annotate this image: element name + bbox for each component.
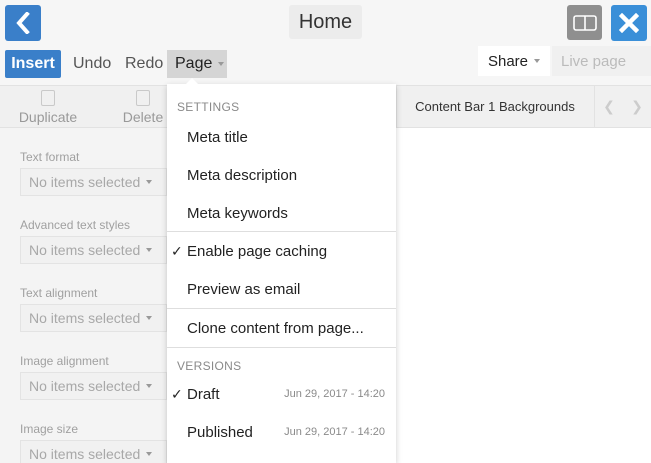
share-button[interactable]: Share xyxy=(478,46,550,76)
content-block-label: Content Bar 1 Backgrounds xyxy=(396,86,593,127)
select-value: No items selected xyxy=(29,242,141,258)
checkmark-icon: ✓ xyxy=(171,385,183,402)
field-label-text-alignment: Text alignment xyxy=(20,286,98,300)
checkmark-icon: ✓ xyxy=(171,242,183,259)
version-date: Jun 29, 2017 - 14:20 xyxy=(284,426,385,438)
text-format-select[interactable]: No items selected xyxy=(20,168,167,196)
close-icon xyxy=(619,13,639,33)
close-button[interactable] xyxy=(611,5,647,41)
menu-item-label: Enable page caching xyxy=(187,242,328,260)
content-nav: ❮ ❯ xyxy=(594,86,651,127)
back-button[interactable] xyxy=(5,5,41,41)
select-value: No items selected xyxy=(29,378,141,394)
undo-button[interactable]: Undo xyxy=(73,50,111,78)
advanced-text-styles-select[interactable]: No items selected xyxy=(20,236,167,264)
image-alignment-select[interactable]: No items selected xyxy=(20,372,167,400)
redo-button[interactable]: Redo xyxy=(125,50,163,78)
menu-divider xyxy=(167,347,396,348)
field-label-advanced-text-styles: Advanced text styles xyxy=(20,218,131,232)
page-title: Home xyxy=(289,5,362,39)
trash-icon xyxy=(136,90,150,106)
settings-section-header: SETTINGS xyxy=(177,100,240,114)
menu-item-version-published[interactable]: Published Jun 29, 2017 - 14:20 xyxy=(167,413,396,451)
live-page-button[interactable]: Live page xyxy=(552,46,651,76)
menu-item-meta-title[interactable]: Meta title xyxy=(167,118,396,156)
delete-label: Delete xyxy=(122,109,164,125)
caret-down-icon xyxy=(534,59,541,63)
page-dropdown-menu: SETTINGS Meta title Meta description Met… xyxy=(167,78,396,463)
layout-toggle-button[interactable] xyxy=(567,5,602,40)
page-menu-button[interactable]: Page xyxy=(167,50,227,78)
live-page-arrow xyxy=(641,46,651,76)
content-canvas[interactable] xyxy=(396,128,651,463)
delete-button[interactable]: Delete xyxy=(120,86,166,128)
chevron-right-icon[interactable]: ❯ xyxy=(631,98,643,115)
versions-section-header: VERSIONS xyxy=(177,359,242,373)
caret-down-icon xyxy=(218,62,225,66)
version-date: Jun 29, 2017 - 14:20 xyxy=(284,388,385,400)
chevron-left-icon xyxy=(16,12,30,34)
caret-down-icon xyxy=(146,180,153,184)
field-label-image-alignment: Image alignment xyxy=(20,354,109,368)
duplicate-icon xyxy=(41,90,55,106)
header-bar: Home xyxy=(0,0,651,46)
text-alignment-select[interactable]: No items selected xyxy=(20,304,167,332)
split-view-icon xyxy=(572,14,597,31)
select-value: No items selected xyxy=(29,446,141,462)
field-label-text-format: Text format xyxy=(20,150,80,164)
menu-item-meta-keywords[interactable]: Meta keywords xyxy=(167,194,396,232)
menu-item-version-draft[interactable]: ✓ Draft Jun 29, 2017 - 14:20 xyxy=(167,375,396,413)
select-value: No items selected xyxy=(29,310,141,326)
caret-down-icon xyxy=(146,248,153,252)
version-name: Published xyxy=(187,423,253,441)
caret-down-icon xyxy=(146,452,153,456)
menu-item-enable-page-caching[interactable]: ✓ Enable page caching xyxy=(167,232,396,270)
share-label: Share xyxy=(487,52,529,70)
menu-item-preview-as-email[interactable]: Preview as email xyxy=(167,270,396,308)
page-menu-label: Page xyxy=(175,55,213,72)
caret-down-icon xyxy=(146,316,153,320)
chevron-left-icon[interactable]: ❮ xyxy=(603,98,615,115)
caret-down-icon xyxy=(146,384,153,388)
field-label-image-size: Image size xyxy=(20,422,79,436)
version-name: Draft xyxy=(187,385,220,403)
menu-item-clone-content[interactable]: Clone content from page... xyxy=(167,309,396,347)
image-size-select[interactable]: No items selected xyxy=(20,440,167,463)
select-value: No items selected xyxy=(29,174,141,190)
duplicate-label: Duplicate xyxy=(18,109,78,125)
duplicate-button[interactable]: Duplicate xyxy=(18,86,78,128)
menu-item-meta-description[interactable]: Meta description xyxy=(167,156,396,194)
insert-button[interactable]: Insert xyxy=(5,50,61,78)
